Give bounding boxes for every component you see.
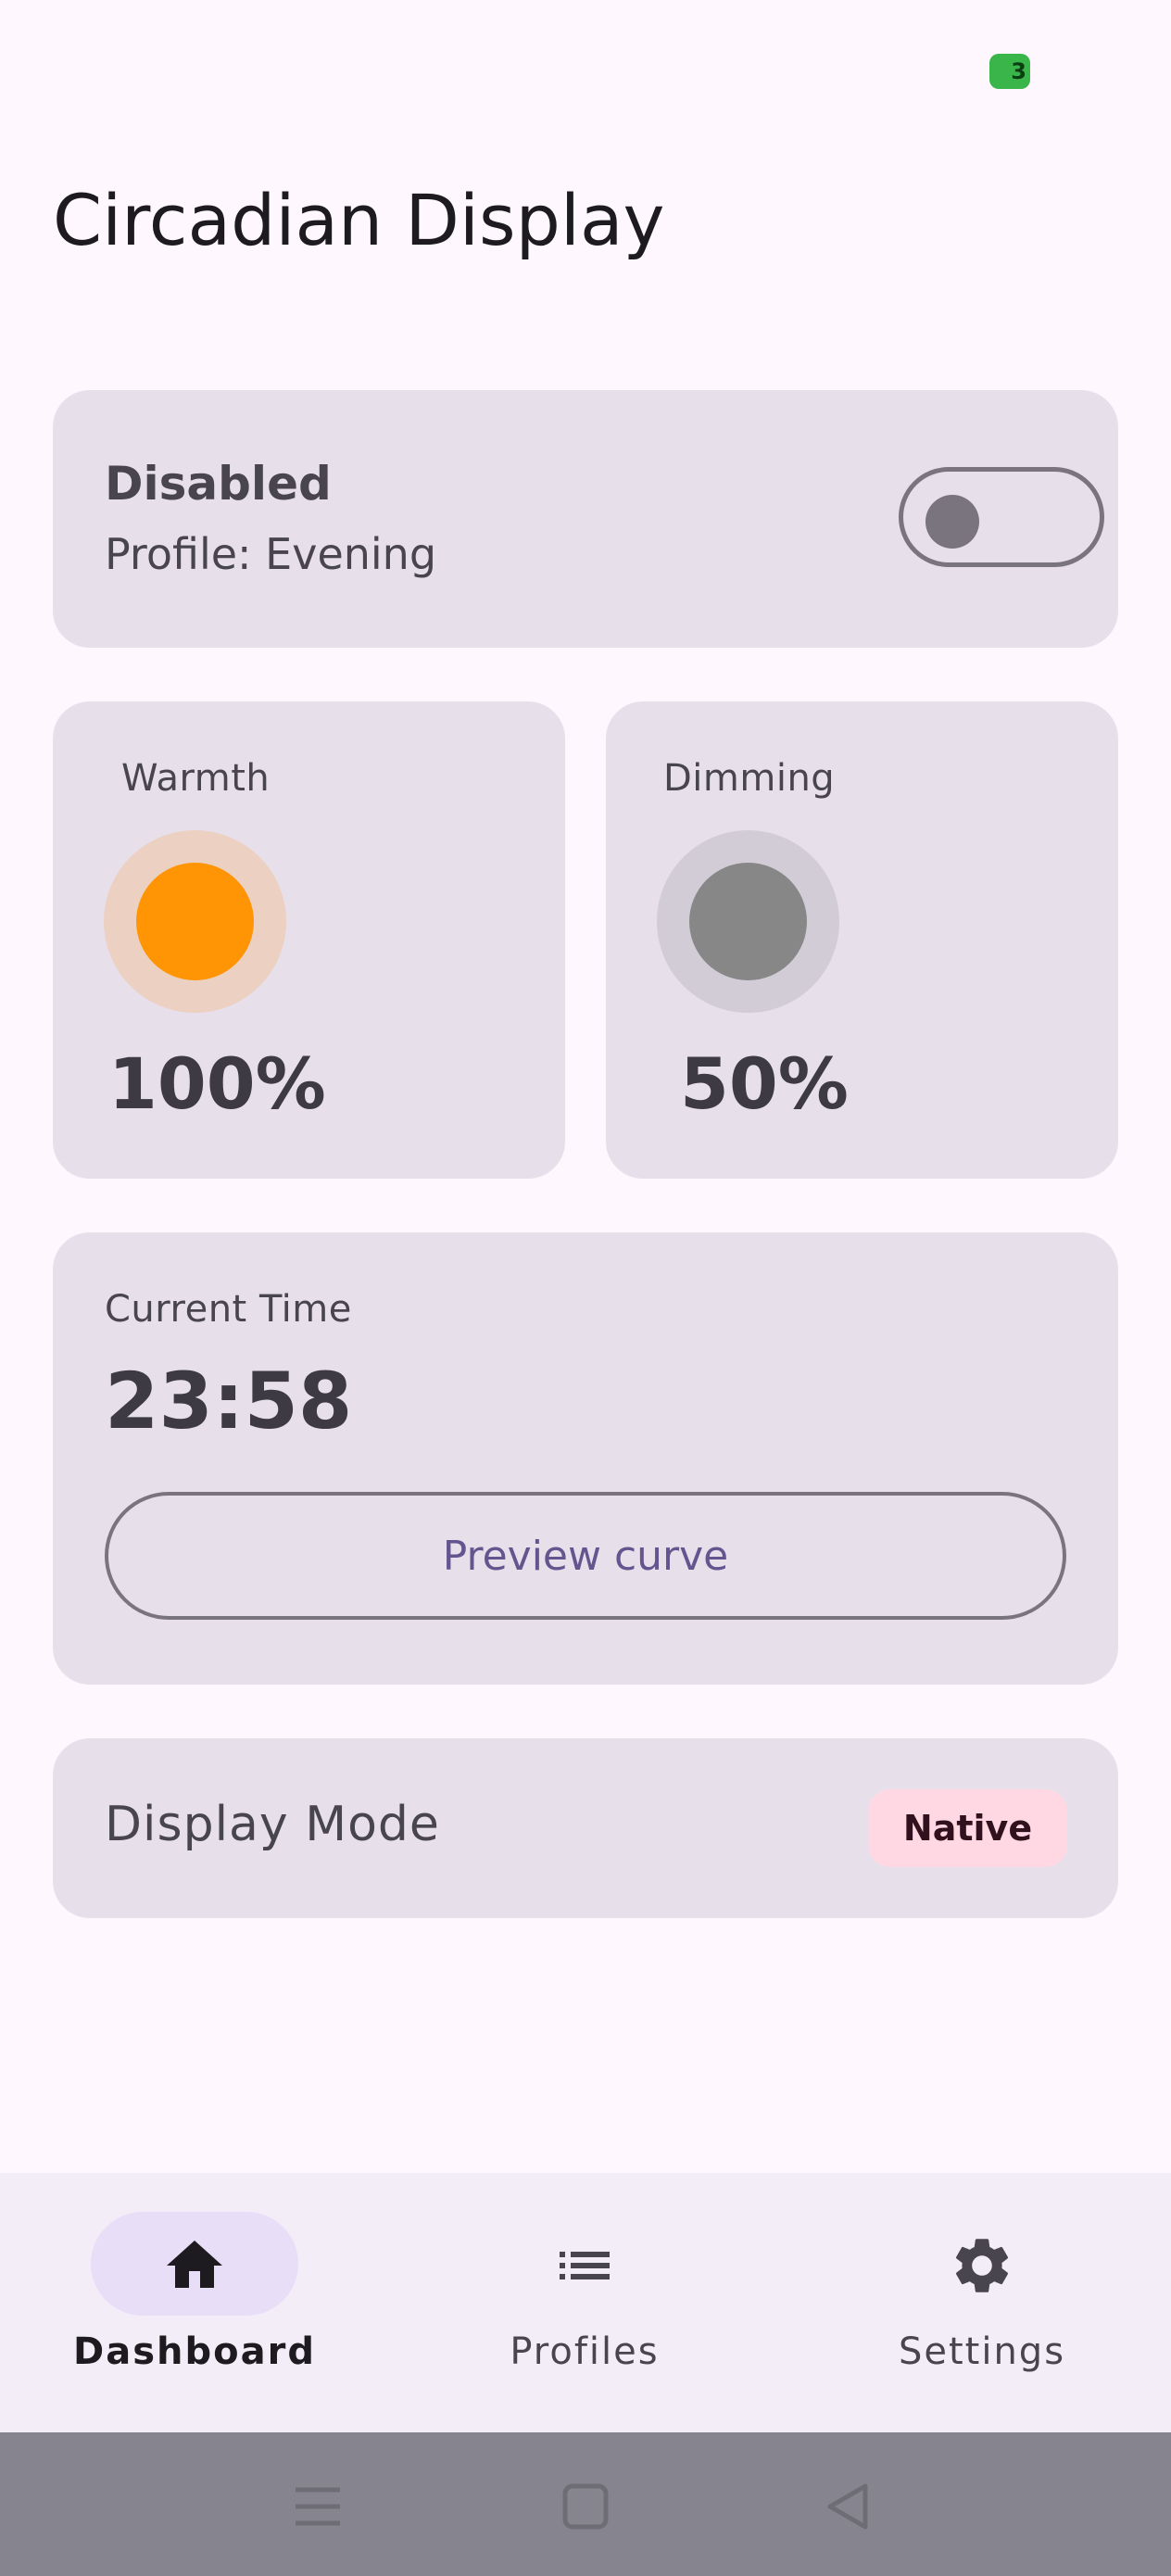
nav-label-settings: Settings	[898, 2330, 1066, 2373]
warmth-value: 100%	[108, 1042, 326, 1125]
toggle-thumb	[925, 495, 979, 549]
warmth-indicator-icon	[104, 830, 286, 1013]
display-mode-label: Display Mode	[105, 1797, 440, 1852]
current-time-card: Current Time 23:58 Preview curve	[53, 1232, 1118, 1685]
gear-icon	[955, 2239, 1009, 2292]
home-icon	[167, 2241, 222, 2288]
status-title: Disabled	[105, 457, 332, 511]
dimming-indicator-icon	[657, 830, 839, 1013]
dimming-dot	[689, 863, 807, 980]
back-triangle-icon[interactable]	[812, 2469, 886, 2544]
nav-item-settings[interactable]: Settings	[787, 2173, 1171, 2432]
battery-icon: 3	[989, 54, 1030, 89]
current-time-value: 23:58	[105, 1356, 353, 1446]
warmth-dot	[136, 863, 254, 980]
status-card: Disabled Profile: Evening	[53, 390, 1118, 648]
warmth-label: Warmth	[121, 757, 271, 800]
display-mode-badge: Native	[868, 1789, 1067, 1867]
current-time-label: Current Time	[105, 1288, 352, 1331]
battery-level-text: 3	[1011, 58, 1026, 84]
display-mode-card[interactable]: Display Mode Native	[53, 1738, 1118, 1918]
page-title: Circadian Display	[53, 179, 665, 261]
status-profile: Profile: Evening	[105, 529, 437, 579]
system-navigation-bar	[0, 2432, 1171, 2576]
dimming-card: Dimming 50%	[606, 701, 1118, 1179]
nav-label-dashboard: Dashboard	[73, 2330, 316, 2373]
enable-toggle[interactable]	[899, 467, 1104, 567]
nav-item-dashboard[interactable]: Dashboard	[0, 2173, 389, 2432]
nav-label-profiles: Profiles	[510, 2330, 660, 2373]
warmth-card: Warmth 100%	[53, 701, 565, 1179]
list-icon	[560, 2252, 610, 2279]
home-square-icon[interactable]	[548, 2469, 623, 2544]
menu-icon[interactable]	[281, 2469, 355, 2544]
dimming-label: Dimming	[663, 757, 836, 800]
preview-curve-button[interactable]: Preview curve	[105, 1492, 1066, 1620]
nav-item-profiles[interactable]: Profiles	[390, 2173, 779, 2432]
dimming-value: 50%	[680, 1042, 849, 1125]
bottom-navigation: Dashboard Profiles Settings	[0, 2173, 1171, 2432]
status-bar: 3	[0, 0, 1171, 139]
